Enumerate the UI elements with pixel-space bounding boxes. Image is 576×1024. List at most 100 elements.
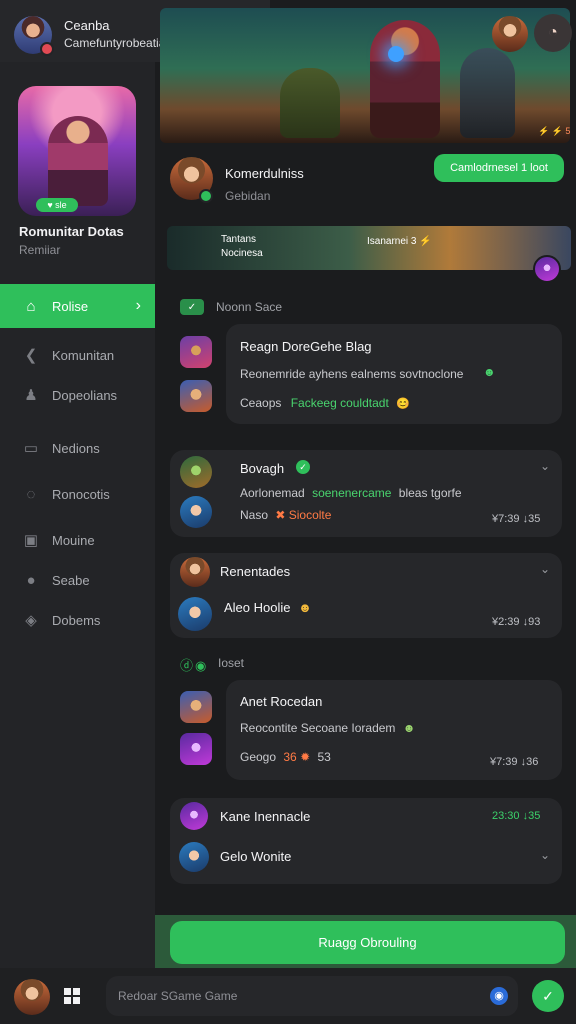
section-label-2: Ioset (218, 656, 245, 670)
profile-action-button[interactable]: Camlodrnesel 1 loot (434, 154, 564, 182)
chevron-down-icon[interactable]: ⌄ (540, 848, 550, 862)
hero-figure (48, 116, 108, 206)
badge-icon: ⓓ (180, 658, 194, 673)
message-line2: Gelo Wonite (220, 849, 292, 864)
composer-placeholder[interactable]: Redoar SGame Game (118, 989, 237, 1003)
message-avatar[interactable] (180, 496, 212, 528)
verified-icon: ✓ (296, 460, 310, 474)
sidebar-item-nedions[interactable]: ▭ Nedions (0, 426, 155, 470)
banner-character-left (280, 68, 340, 138)
chat-bubble-icon: ◌ (26, 485, 36, 503)
message-card-2[interactable]: Bovagh ✓ ⌄ Aorlonemad soenenercame bleas… (170, 450, 562, 537)
sidebar-item-label: Rolise (52, 298, 89, 314)
message-line3: Ceaops Fackeeg couldtadt 😊 (240, 396, 410, 410)
chat-send-icon: ✓ (542, 987, 554, 1004)
sidebar-item-label: Seabe (52, 572, 90, 588)
message-avatar[interactable] (180, 691, 212, 723)
badge-icon: ◉ (195, 658, 207, 673)
sub-banner-avatar[interactable] (533, 255, 561, 283)
house-icon: ⌂ (26, 297, 36, 315)
sidebar-item-mouine[interactable]: ▣ Mouine (0, 518, 155, 562)
sidebar-item-label: Nedions (52, 440, 100, 456)
sidebar-item-dobems[interactable]: ◈ Dobems (0, 598, 155, 642)
sidebar-item-rolise[interactable]: ⌂ Rolise › (0, 284, 155, 328)
message-line3: Naso ✖ Siocolte (240, 508, 331, 522)
grid-icon[interactable] (64, 988, 80, 1004)
message-line3-prefix: Geogo (240, 750, 277, 764)
magic-orb (388, 46, 404, 62)
message-time: 23:30 ↓35 (492, 810, 541, 822)
message-card-5[interactable]: Kane Inennacle 23:30 ↓35 Gelo Wonite ⌄ (170, 798, 562, 884)
user-icon: ● (26, 571, 36, 589)
smiley-icon: ☻ (298, 600, 312, 615)
banner-character-main (370, 20, 440, 138)
message-title: Bovagh (240, 461, 285, 476)
message-avatar[interactable] (178, 597, 212, 631)
top-right-avatar[interactable] (492, 16, 528, 52)
message-time: ¥2:39 ↓93 (492, 616, 541, 628)
tag-icon: ◈ (25, 612, 37, 629)
message-card-1[interactable]: Reagn DoreGehe Blag Reonemride ayhens ea… (226, 324, 562, 424)
message-avatar[interactable] (179, 842, 209, 872)
chevron-right-icon: › (135, 297, 141, 314)
message-avatar[interactable] (180, 733, 212, 765)
message-text-body: Reocontite Secoane Ioradem (240, 721, 396, 735)
smiley-green-icon: ☻ (483, 365, 496, 379)
sub-banner[interactable]: Tantans Nocinesa Isanarnei 3 ⚡ (167, 226, 571, 270)
message-line3: Geogo 36 ✹ 53 (240, 750, 331, 764)
clock-icon: ◔ (548, 24, 558, 41)
section-label-1: Noonn Sace (216, 300, 283, 314)
sidebar-item-komunitan[interactable]: ❮ Komunitan (0, 333, 155, 377)
presence-dot (40, 42, 54, 56)
profile-sub: Gebidan (225, 189, 271, 203)
profile-action-label: Camlodrnesel 1 loot (450, 162, 548, 174)
hero-badge: ♥ sle (36, 198, 78, 212)
sidebar-item-label: Mouine (52, 532, 95, 548)
smiley-green-icon: ☻ (402, 721, 416, 735)
message-composer[interactable]: Redoar SGame Game ◉ (106, 976, 518, 1016)
user-name: Ceanba (64, 18, 110, 33)
featured-hero-card[interactable] (18, 86, 136, 216)
message-text-suffix: bleas tgorfe (398, 486, 462, 500)
message-title: Reagn DoreGehe Blag (240, 339, 372, 354)
banner-character-right (460, 48, 515, 138)
bottom-avatar[interactable] (14, 979, 50, 1015)
profile-name: Komerdulniss (225, 166, 304, 181)
sidebar-item-ronocotis[interactable]: ◌ Ronocotis (0, 472, 155, 516)
message-highlight: ✖ Siocolte (275, 508, 332, 522)
sidebar-item-dopeolians[interactable]: ♟ Dopeolians (0, 373, 155, 417)
message-avatar[interactable] (180, 336, 212, 368)
check-icon: ✓ (180, 299, 204, 315)
message-time: ¥7:39 ↓35 (492, 513, 541, 525)
hero-title: Romunitar Dotas (19, 224, 124, 239)
message-card-4[interactable]: Anet Rocedan Reocontite Secoane Ioradem … (226, 680, 562, 780)
message-title: Renentades (220, 564, 291, 579)
message-avatar[interactable] (180, 380, 212, 412)
section-2-icons: ⓓ ◉ (180, 655, 206, 674)
clock-button[interactable]: ◔ (534, 14, 572, 52)
sidebar-item-label: Ronocotis (52, 486, 110, 502)
chevron-down-icon[interactable]: ⌄ (540, 562, 550, 576)
message-avatar[interactable] (180, 802, 208, 830)
chevron-down-icon[interactable]: ⌄ (540, 459, 550, 473)
primary-cta-button[interactable]: Ruagg Obrouling (170, 921, 565, 964)
screen-icon: ▣ (23, 532, 39, 549)
sidebar-item-seabe[interactable]: ● Seabe (0, 558, 155, 602)
message-text: Reonemride ayhens ealnems sovtnoclone (240, 367, 464, 381)
message-time: ¥7:39 ↓36 (490, 756, 539, 768)
window-icon: ▭ (23, 440, 39, 457)
message-line2-text: Aleo Hoolie (224, 600, 291, 615)
message-title: Kane Inennacle (220, 809, 311, 824)
message-avatar[interactable] (180, 456, 212, 488)
send-button[interactable]: ✓ (532, 980, 564, 1012)
message-text: Aorlonemad soenenercame bleas tgorfe (240, 486, 462, 500)
message-highlight: Fackeeg couldtadt (290, 396, 389, 410)
person-icon: ♟ (24, 387, 38, 404)
sub-banner-line1: Tantans (221, 234, 257, 245)
message-line2: Aleo Hoolie ☻ (224, 600, 312, 615)
message-avatar[interactable] (180, 557, 210, 587)
message-card-3[interactable]: Renentades ⌄ Aleo Hoolie ☻ ¥2:39 ↓93 (170, 553, 562, 638)
message-line3-prefix: Ceaops (240, 396, 282, 410)
globe-icon[interactable]: ◉ (490, 987, 508, 1005)
message-highlight: 36 (283, 750, 297, 764)
